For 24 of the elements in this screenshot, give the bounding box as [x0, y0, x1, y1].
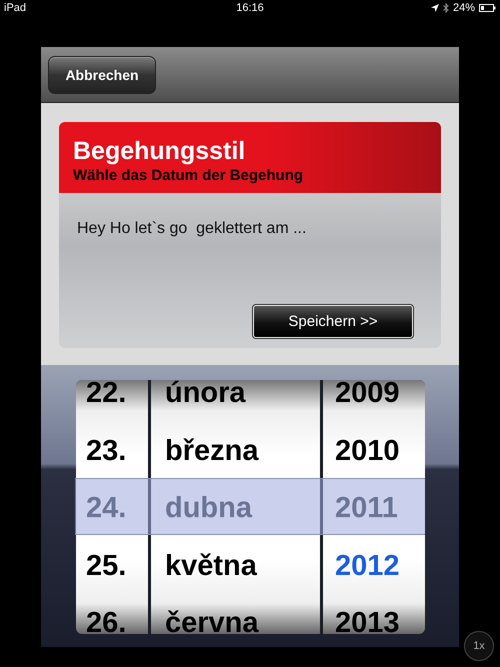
picker-item[interactable]: 25. — [76, 538, 148, 595]
picker-item[interactable]: února — [151, 380, 320, 422]
picker-item[interactable]: června — [151, 595, 320, 634]
picker-item[interactable]: 2013 — [323, 595, 425, 634]
battery-icon — [479, 4, 496, 12]
picker-item[interactable]: 2012 — [323, 538, 425, 595]
picker-item[interactable]: 2009 — [323, 380, 425, 422]
save-button[interactable]: Speichern >> — [253, 305, 413, 338]
device-name: iPad — [4, 2, 28, 14]
picker-item[interactable]: 26. — [76, 595, 148, 634]
picker-item[interactable]: 23. — [76, 422, 148, 480]
zoom-button[interactable]: 1x — [464, 631, 494, 661]
cancel-button[interactable]: Abbrechen — [48, 56, 156, 94]
bluetooth-icon — [442, 3, 449, 13]
dialog-text: Hey Ho let`s go geklettert am ... — [77, 220, 308, 239]
dialog-title: Begehungsstil — [73, 139, 246, 163]
clock-time: 16:16 — [235, 2, 265, 14]
picker-item[interactable]: 22. — [76, 380, 148, 422]
dialog-subtitle: Wähle das Datum der Begehung — [73, 167, 304, 184]
picker-item[interactable]: května — [151, 538, 320, 595]
picker-item[interactable]: 2010 — [323, 422, 425, 480]
battery-percentage: 24% — [452, 2, 475, 14]
location-icon — [430, 4, 439, 12]
picker-item[interactable]: března — [151, 422, 320, 480]
